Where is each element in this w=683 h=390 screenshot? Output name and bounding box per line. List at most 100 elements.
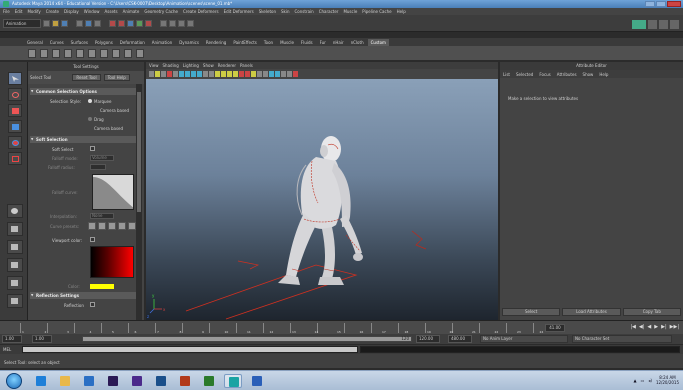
shelf-tool-icon[interactable] [100, 48, 108, 58]
safe-action-icon[interactable] [203, 71, 208, 77]
maximize-button[interactable] [656, 1, 666, 7]
grid-icon[interactable] [173, 71, 178, 77]
shelf-tab-custom[interactable]: Custom [367, 38, 389, 46]
shelf-tool-icon[interactable] [76, 48, 84, 58]
step-back-key-button[interactable]: ◀| [639, 324, 645, 330]
step-back-button[interactable]: ◀ [647, 324, 651, 330]
smooth-shade-icon[interactable] [221, 71, 226, 77]
taskbar-app-button[interactable] [176, 374, 194, 388]
marquee-radio[interactable] [88, 99, 92, 103]
shelf-tab-fur[interactable]: Fur [317, 39, 329, 46]
reflection-settings-frame[interactable]: Reflection Settings [30, 292, 136, 299]
isolate-select-icon[interactable] [275, 71, 280, 77]
side-by-side-layout-button[interactable] [7, 240, 23, 254]
shelf-tab-polygons[interactable]: Polygons [92, 39, 116, 46]
drag-radio[interactable] [88, 117, 92, 121]
lasso-tool-button[interactable] [8, 88, 22, 101]
camera-attributes-icon[interactable] [155, 71, 160, 77]
open-scene-icon[interactable] [52, 19, 59, 27]
shelf-tool-icon[interactable] [40, 48, 48, 58]
reflection-checkbox[interactable] [90, 302, 95, 307]
history-icon[interactable] [160, 19, 167, 27]
animation-start-field[interactable]: 1.00 [2, 335, 22, 343]
anti-aliasing-icon[interactable] [263, 71, 268, 77]
load-attributes-button[interactable]: Load Attributes [562, 308, 621, 316]
shelf-tab-toon[interactable]: Toon [261, 39, 276, 46]
time-slider[interactable]: 1 2 3 4 5 6 7 8 9 10 11 12 13 14 15 16 17 18 19 20 21 22 23 24 … [0, 320, 683, 334]
tool-settings-toggle-icon[interactable] [659, 20, 668, 29]
render-settings-icon[interactable] [187, 19, 194, 27]
start-button[interactable] [6, 373, 22, 389]
menu-file[interactable]: File [3, 9, 10, 14]
shelf-tool-icon[interactable] [28, 48, 36, 58]
wireframe-on-shaded-icon[interactable] [227, 71, 232, 77]
camera-based-check-label[interactable]: Camera based [94, 126, 123, 131]
scale-tool-button[interactable] [8, 152, 22, 165]
gate-mask-icon[interactable] [191, 71, 196, 77]
character-set-dropdown[interactable]: No Character Set [572, 335, 672, 343]
shelf-tab-muscle[interactable]: Muscle [277, 39, 297, 46]
copy-tab-button[interactable]: Copy Tab [622, 308, 681, 316]
interpolation-dropdown[interactable]: None [90, 213, 114, 219]
taskbar-app-button[interactable] [56, 374, 74, 388]
scrollbar-thumb[interactable] [137, 92, 141, 212]
play-forward-button[interactable]: ▶ [654, 324, 658, 330]
go-to-end-button[interactable]: ▶▶| [670, 324, 679, 330]
single-view-layout-button[interactable] [7, 204, 23, 218]
save-scene-icon[interactable] [61, 19, 68, 27]
attribute-editor-menu-attributes[interactable]: Attributes [557, 72, 577, 77]
curve-preset-button[interactable] [118, 222, 126, 230]
network-icon[interactable]: ▭ [641, 378, 645, 383]
playback-start-field[interactable]: 1.00 [32, 335, 52, 343]
image-plane-icon[interactable] [167, 71, 172, 77]
use-lights-icon[interactable] [239, 71, 244, 77]
move-tool-button[interactable] [8, 120, 22, 133]
shelf-tab-painteffects[interactable]: PaintEffects [230, 39, 260, 46]
shelf-tool-icon[interactable] [112, 48, 120, 58]
outliner-layout-button[interactable] [7, 294, 23, 308]
snap-curve-icon[interactable] [127, 19, 134, 27]
shelf-tab-nhair[interactable]: nHair [330, 39, 347, 46]
backface-culling-icon[interactable] [293, 71, 298, 77]
shelf-tool-icon[interactable] [124, 48, 132, 58]
menu-muscle[interactable]: Muscle [343, 9, 357, 14]
menu-skeleton[interactable]: Skeleton [259, 9, 276, 14]
select-hierarchy-icon[interactable] [76, 19, 83, 27]
taskbar-app-button[interactable] [80, 374, 98, 388]
snap-grid-icon[interactable] [118, 19, 125, 27]
attribute-editor-toggle-icon[interactable] [648, 20, 657, 29]
shelf-tab-ncloth[interactable]: nCloth [348, 39, 367, 46]
shelf-tab-dynamics[interactable]: Dynamics [176, 39, 202, 46]
viewport-canvas[interactable]: y x z [146, 79, 498, 320]
channel-box-toggle-icon[interactable] [670, 20, 679, 29]
menu-window[interactable]: Window [84, 9, 100, 14]
step-forward-key-button[interactable]: ▶| [661, 324, 667, 330]
wireframe-icon[interactable] [215, 71, 220, 77]
attribute-editor-menu-selected[interactable]: Selected [516, 72, 533, 77]
taskbar-app-button[interactable] [248, 374, 266, 388]
attribute-editor-menu-show[interactable]: Show [583, 72, 594, 77]
select-camera-icon[interactable] [149, 71, 154, 77]
soft-selection-frame[interactable]: Soft Selection [30, 136, 136, 143]
resolution-gate-icon[interactable] [185, 71, 190, 77]
volume-icon[interactable]: ◂) [648, 378, 652, 383]
curve-preset-button[interactable] [128, 222, 136, 230]
curve-preset-button[interactable] [98, 222, 106, 230]
shelf-tab-rendering[interactable]: Rendering [203, 39, 229, 46]
shadows-icon[interactable] [245, 71, 250, 77]
xray-icon[interactable] [281, 71, 286, 77]
curve-preset-button[interactable] [108, 222, 116, 230]
depth-of-field-icon[interactable] [269, 71, 274, 77]
persp-outliner-layout-button[interactable] [7, 276, 23, 290]
screen-space-ao-icon[interactable] [251, 71, 256, 77]
attribute-editor-menu-list[interactable]: List [503, 72, 510, 77]
taskbar-app-button[interactable] [128, 374, 146, 388]
menu-display[interactable]: Display [64, 9, 79, 14]
select-tool-button[interactable] [8, 72, 22, 85]
menu-pipeline-cache[interactable]: Pipeline Cache [362, 9, 391, 14]
minimize-button[interactable] [645, 1, 655, 7]
color-swatch[interactable] [90, 284, 114, 289]
menu-help[interactable]: Help [397, 9, 406, 14]
viewport-menu-renderer[interactable]: Renderer [218, 63, 236, 68]
soft-select-checkbox[interactable] [90, 146, 95, 151]
